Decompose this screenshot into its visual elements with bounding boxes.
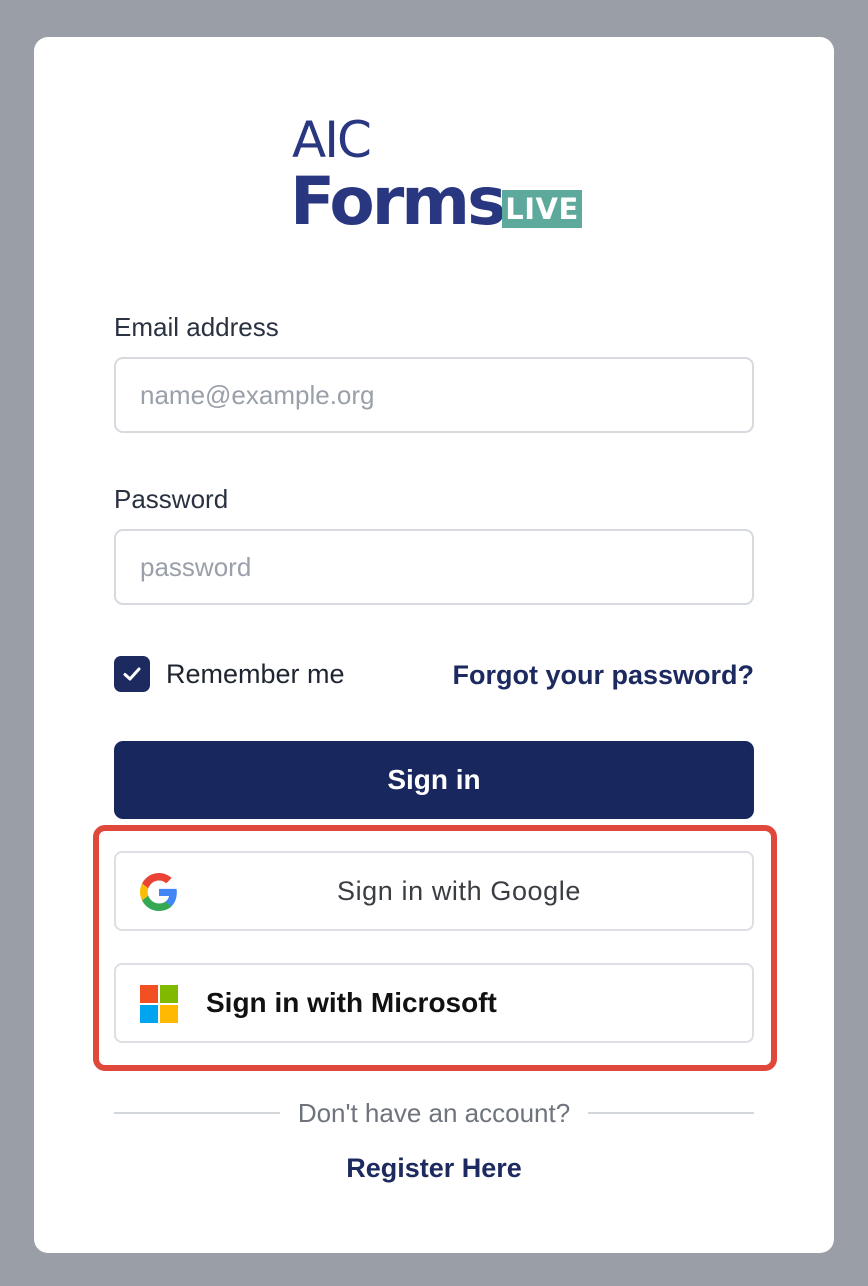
- logo-aic-text: AIC: [292, 111, 372, 169]
- divider-line-left: [114, 1112, 280, 1114]
- sign-in-button[interactable]: Sign in: [114, 741, 754, 819]
- email-label: Email address: [114, 312, 279, 342]
- no-account-text: Don't have an account?: [297, 1097, 571, 1128]
- logo-forms-text: Forms: [290, 163, 506, 240]
- forgot-password-link[interactable]: Forgot your password?: [452, 657, 754, 693]
- check-icon: [123, 667, 141, 681]
- login-card: AIC Forms LIVE Email address Password Re…: [34, 37, 834, 1253]
- password-input[interactable]: [114, 529, 754, 605]
- password-label: Password: [114, 484, 229, 514]
- social-sign-in-highlight: [93, 825, 777, 1071]
- account-divider: Don't have an account?: [114, 1095, 755, 1131]
- register-link[interactable]: Register Here: [34, 1153, 834, 1184]
- remember-me-row[interactable]: Remember me: [114, 655, 345, 693]
- aic-forms-logo: AIC Forms LIVE: [290, 111, 592, 240]
- logo-live-badge: LIVE: [502, 190, 582, 228]
- divider-line-right: [588, 1112, 755, 1114]
- email-input[interactable]: [114, 357, 754, 433]
- remember-me-label: Remember me: [166, 658, 345, 689]
- remember-me-checkbox[interactable]: [114, 656, 150, 692]
